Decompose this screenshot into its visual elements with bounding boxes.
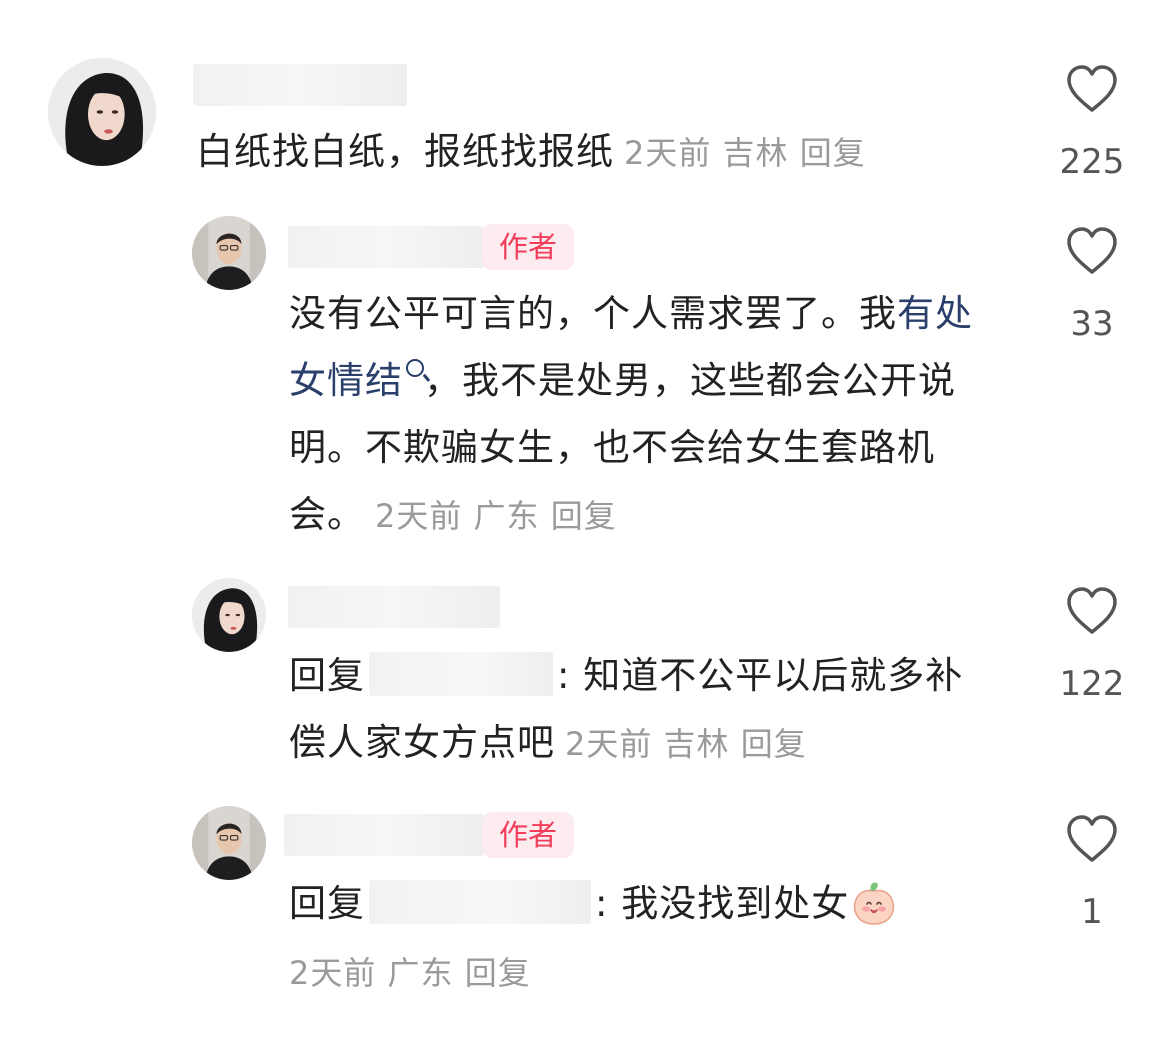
- peach-smile-emoji-icon: [854, 881, 895, 925]
- reply-prefix-label: 回复: [289, 882, 365, 925]
- comment-location: 广东: [387, 954, 454, 992]
- avatar[interactable]: [192, 806, 266, 880]
- comment-body: 白纸找白纸，报纸找报纸 2天前 吉林 回复: [196, 118, 1016, 187]
- avatar[interactable]: [192, 578, 266, 652]
- heart-icon: [1067, 587, 1117, 634]
- author-badge: 作者: [482, 224, 574, 270]
- comment-body: 回复: 知道不公平以后就多补偿人家女方点吧 2天前 吉林 回复: [289, 642, 979, 778]
- like-count: 225: [1059, 142, 1125, 182]
- like-count: 33: [1070, 304, 1114, 344]
- heart-icon: [1067, 65, 1117, 112]
- like-count: 1: [1081, 892, 1103, 932]
- heart-icon: [1067, 227, 1117, 274]
- like-button[interactable]: 1: [1032, 814, 1152, 932]
- like-button[interactable]: 225: [1032, 64, 1152, 182]
- comment-body: 回复 : 我没找到处女: [289, 870, 989, 937]
- comment-time: 2天前: [289, 954, 377, 992]
- comment-time: 2天前: [624, 134, 712, 172]
- comment-time: 2天前: [375, 497, 463, 535]
- comment-meta: 2天前 吉林 回复: [624, 134, 866, 172]
- comment-text: 白纸找白纸，报纸找报纸: [196, 130, 614, 173]
- username-redacted[interactable]: [288, 586, 500, 628]
- like-count: 122: [1059, 664, 1125, 704]
- comment-text: : 我没找到处女: [595, 882, 850, 925]
- comment-meta-row: 2天前 广东 回复: [279, 938, 879, 1007]
- comment-location: 广东: [473, 497, 540, 535]
- reply-button[interactable]: 回复: [551, 497, 617, 535]
- reply-target-redacted[interactable]: [369, 879, 591, 924]
- avatar[interactable]: [192, 216, 266, 290]
- reply-button[interactable]: 回复: [741, 725, 807, 763]
- like-button[interactable]: 33: [1032, 226, 1152, 344]
- reply-target-redacted[interactable]: [369, 651, 553, 696]
- username-redacted[interactable]: [288, 226, 484, 268]
- comment-location: 吉林: [722, 134, 789, 172]
- comment-meta: 2天前 广东 回复: [289, 954, 531, 992]
- reply-button[interactable]: 回复: [465, 954, 531, 992]
- like-button[interactable]: 122: [1032, 586, 1152, 704]
- comment-body: 没有公平可言的，个人需求罢了。我有处女情结 ，我不是处男，这些都会公开说明。不欺骗…: [289, 280, 979, 550]
- comment-text: 没有公平可言的，个人需求罢了。我: [289, 292, 897, 335]
- username-redacted[interactable]: [284, 814, 484, 856]
- comment-location: 吉林: [663, 725, 730, 763]
- comment-meta: 2天前 吉林 回复: [565, 725, 807, 763]
- username-redacted[interactable]: [193, 64, 407, 106]
- heart-icon: [1067, 815, 1117, 862]
- reply-button[interactable]: 回复: [800, 134, 866, 172]
- author-badge: 作者: [482, 812, 574, 858]
- search-icon: [406, 359, 424, 377]
- avatar[interactable]: [48, 58, 156, 166]
- comment-meta: 2天前 广东 回复: [375, 497, 617, 535]
- reply-prefix-label: 回复: [289, 654, 365, 697]
- comment-time: 2天前: [565, 725, 653, 763]
